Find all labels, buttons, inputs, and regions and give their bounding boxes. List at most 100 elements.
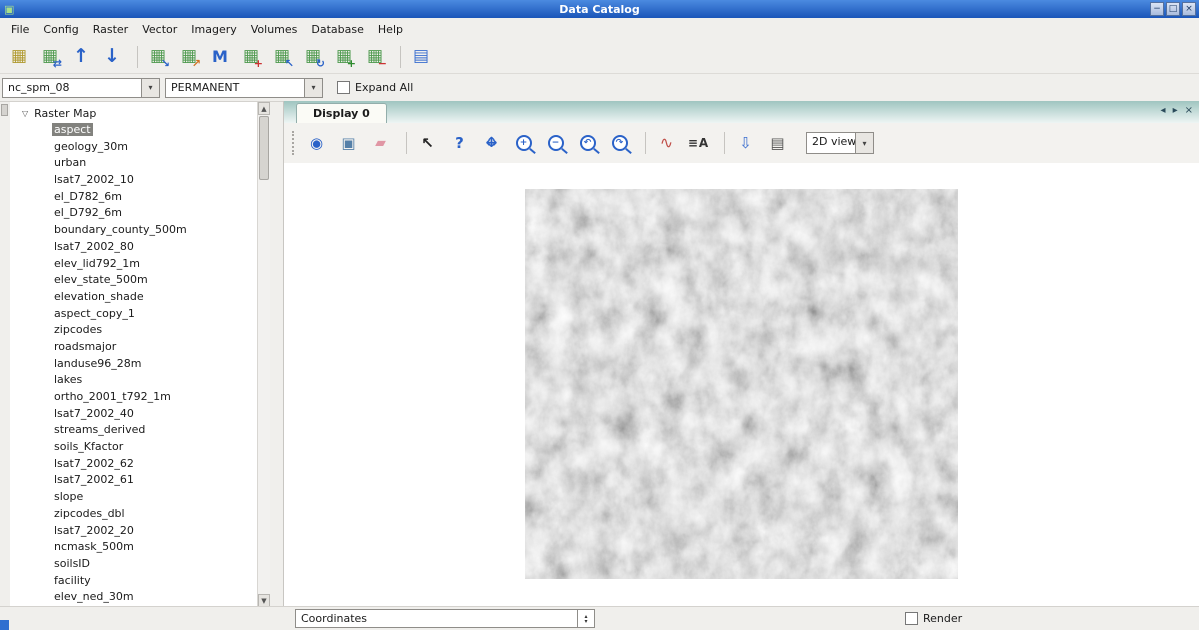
menu-database[interactable]: Database bbox=[304, 20, 371, 39]
tree-node-raster-map[interactable]: ▽ Raster Map bbox=[10, 105, 257, 122]
close-button[interactable]: × bbox=[1182, 2, 1196, 16]
location-combobox[interactable]: nc_spm_08 ▾ bbox=[2, 78, 160, 98]
tab-close-icon[interactable]: × bbox=[1185, 105, 1193, 116]
save-display-icon[interactable]: ⇩ bbox=[732, 130, 759, 157]
menu-config[interactable]: Config bbox=[36, 20, 85, 39]
chevron-down-icon[interactable]: ▾ bbox=[855, 133, 873, 153]
statusbar: Coordinates ▴ ▾ Render bbox=[0, 606, 1199, 630]
location-bar: nc_spm_08 ▾ PERMANENT ▾ Expand All bbox=[0, 74, 1199, 102]
tree-item[interactable]: elev_ned_30m bbox=[10, 589, 257, 606]
tree-item[interactable]: lsat7_2002_10 bbox=[10, 172, 257, 189]
tree-item[interactable]: zipcodes bbox=[10, 322, 257, 339]
pointer-icon[interactable]: ↖ bbox=[414, 130, 441, 157]
tree-item[interactable]: streams_derived bbox=[10, 422, 257, 439]
mapset-value: PERMANENT bbox=[166, 79, 304, 97]
tree-item[interactable]: lsat7_2002_62 bbox=[10, 456, 257, 473]
expand-all-group[interactable]: Expand All bbox=[337, 81, 413, 94]
tree-item[interactable]: elevation_shade bbox=[10, 289, 257, 306]
import-vector-icon[interactable]: ▦↖ bbox=[269, 44, 295, 70]
tree-item[interactable]: soilsID bbox=[10, 556, 257, 573]
tree-item[interactable]: el_D782_6m bbox=[10, 189, 257, 206]
menu-help[interactable]: Help bbox=[371, 20, 410, 39]
view-mode-combobox[interactable]: 2D view ▾ bbox=[806, 132, 874, 154]
tree-item[interactable]: lakes bbox=[10, 372, 257, 389]
menu-file[interactable]: File bbox=[4, 20, 36, 39]
tree-item[interactable]: soils_Kfactor bbox=[10, 439, 257, 456]
render-label: Render bbox=[923, 612, 962, 625]
tree-item[interactable]: elev_lid792_1m bbox=[10, 256, 257, 273]
tree-item[interactable]: urban bbox=[10, 155, 257, 172]
query-icon[interactable]: ? bbox=[446, 130, 473, 157]
map-canvas[interactable] bbox=[284, 163, 1199, 607]
pane-grip[interactable] bbox=[1, 104, 8, 116]
tree-item[interactable]: el_D792_6m bbox=[10, 205, 257, 222]
tree-item[interactable]: lsat7_2002_40 bbox=[10, 406, 257, 423]
menu-vector[interactable]: Vector bbox=[135, 20, 184, 39]
pan-icon[interactable]: ↔ ↕ bbox=[478, 130, 505, 157]
map-display-panel: Display 0 ◂ ▸ × ◉ ▣ ▰ ↖ ? ↔ ↕ + − ↶ ↷ ∿ bbox=[283, 101, 1199, 607]
menu-volumes[interactable]: Volumes bbox=[244, 20, 305, 39]
zoom-extent-icon[interactable]: ↷ bbox=[606, 130, 633, 157]
export-raster-icon[interactable]: ▦↗ bbox=[176, 44, 202, 70]
spinner-icon[interactable]: ▴ ▾ bbox=[577, 610, 594, 627]
download-icon[interactable]: ↓ bbox=[99, 44, 125, 70]
tree-item[interactable]: ortho_2001_t792_1m bbox=[10, 389, 257, 406]
toolbar-grip[interactable] bbox=[292, 131, 294, 155]
toolbar-separator bbox=[137, 46, 138, 68]
tree-item[interactable]: facility bbox=[10, 573, 257, 590]
tree-item[interactable]: ncmask_500m bbox=[10, 539, 257, 556]
show-layers-icon[interactable]: ◉ bbox=[303, 130, 330, 157]
create-mapset-icon[interactable]: ▦+ bbox=[238, 44, 264, 70]
zoom-out-icon[interactable]: − bbox=[542, 130, 569, 157]
statusbar-mode-combobox[interactable]: Coordinates ▴ ▾ bbox=[295, 609, 595, 628]
titlebar[interactable]: ▣ Data Catalog − □ × bbox=[0, 0, 1199, 18]
tree-item[interactable]: lsat7_2002_20 bbox=[10, 523, 257, 540]
erase-display-icon[interactable]: ▰ bbox=[367, 130, 394, 157]
search-modules-icon[interactable]: M bbox=[207, 44, 233, 70]
chevron-down-icon[interactable]: ▾ bbox=[141, 79, 159, 97]
copy-map-icon[interactable]: ▦⇄ bbox=[37, 44, 63, 70]
zoom-in-icon[interactable]: + bbox=[510, 130, 537, 157]
tree-item[interactable]: geology_30m bbox=[10, 139, 257, 156]
render-display-icon[interactable]: ▣ bbox=[335, 130, 362, 157]
render-checkbox-group[interactable]: Render bbox=[905, 612, 962, 625]
expand-all-checkbox[interactable] bbox=[337, 81, 350, 94]
zoom-back-icon[interactable]: ↶ bbox=[574, 130, 601, 157]
menu-raster[interactable]: Raster bbox=[86, 20, 135, 39]
render-checkbox[interactable] bbox=[905, 612, 918, 625]
attribute-table-icon[interactable]: ▤ bbox=[408, 44, 434, 70]
maximize-button[interactable]: □ bbox=[1166, 2, 1180, 16]
tree-scrollbar[interactable]: ▲ ▼ bbox=[257, 102, 270, 607]
tab-display-0[interactable]: Display 0 bbox=[296, 103, 387, 123]
tab-next-icon[interactable]: ▸ bbox=[1173, 105, 1178, 116]
tree-item[interactable]: lsat7_2002_80 bbox=[10, 239, 257, 256]
delete-map-icon[interactable]: ▦− bbox=[362, 44, 388, 70]
minimize-button[interactable]: − bbox=[1150, 2, 1164, 16]
new-display-icon[interactable]: ▦ bbox=[6, 44, 32, 70]
analyze-icon[interactable]: ∿ bbox=[653, 130, 680, 157]
tree-item-aspect[interactable]: aspect bbox=[10, 122, 257, 139]
tab-prev-icon[interactable]: ◂ bbox=[1161, 105, 1166, 116]
collapse-icon[interactable]: ▽ bbox=[22, 109, 28, 118]
tree-item[interactable]: zipcodes_dbl bbox=[10, 506, 257, 523]
tree-item[interactable]: slope bbox=[10, 489, 257, 506]
tree-item[interactable]: elev_state_500m bbox=[10, 272, 257, 289]
add-mapset-icon[interactable]: ▦+ bbox=[331, 44, 357, 70]
import-raster-icon[interactable]: ▦↘ bbox=[145, 44, 171, 70]
tree-item[interactable]: aspect_copy_1 bbox=[10, 306, 257, 323]
tab-nav: ◂ ▸ × bbox=[1161, 105, 1193, 116]
tree-item[interactable]: landuse96_28m bbox=[10, 356, 257, 373]
catalog-toolbar: ▦ ▦⇄ ↑ ↓ ▦↘ ▦↗ M ▦+ ▦↖ ▦↻ ▦+ ▦− ▤ bbox=[0, 40, 1199, 74]
print-icon[interactable]: ▤ bbox=[764, 130, 791, 157]
mapset-combobox[interactable]: PERMANENT ▾ bbox=[165, 78, 323, 98]
tree-item[interactable]: lsat7_2002_61 bbox=[10, 472, 257, 489]
tree-item[interactable]: boundary_county_500m bbox=[10, 222, 257, 239]
scroll-up-icon[interactable]: ▲ bbox=[258, 102, 270, 115]
chevron-down-icon[interactable]: ▾ bbox=[304, 79, 322, 97]
reload-tree-icon[interactable]: ▦↻ bbox=[300, 44, 326, 70]
scrollbar-thumb[interactable] bbox=[259, 116, 269, 180]
add-overlay-icon[interactable]: ≡A bbox=[685, 130, 712, 157]
upload-icon[interactable]: ↑ bbox=[68, 44, 94, 70]
menu-imagery[interactable]: Imagery bbox=[184, 20, 243, 39]
tree-item[interactable]: roadsmajor bbox=[10, 339, 257, 356]
